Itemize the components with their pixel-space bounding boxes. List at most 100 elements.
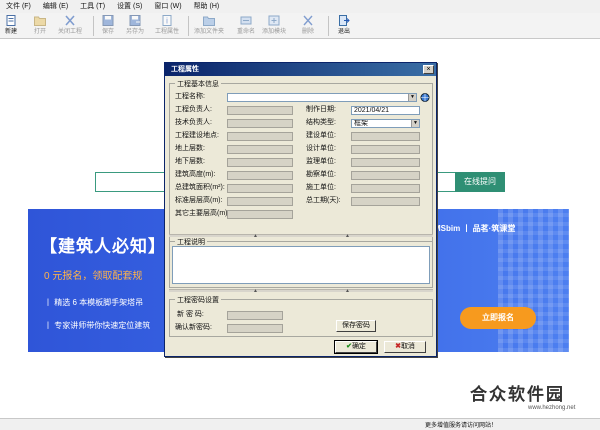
floors-above-label: 地上层数: xyxy=(175,145,205,152)
save-disk-icon xyxy=(102,15,114,26)
toolbar-separator xyxy=(328,16,329,36)
rename-button[interactable]: 重命名 xyxy=(237,15,255,38)
banner-title: 【建筑人必知】 xyxy=(40,237,166,256)
confirm-password-label: 确认新密码: xyxy=(175,324,212,331)
confirm-password-input[interactable] xyxy=(227,324,283,333)
delete-x-icon xyxy=(303,15,313,26)
save-as-icon xyxy=(129,15,141,26)
splitter-bar[interactable]: ▲ ▲ xyxy=(169,288,433,294)
toolbar-separator xyxy=(93,16,94,36)
owner-unit-input[interactable] xyxy=(351,132,420,141)
survey-unit-input[interactable] xyxy=(351,171,420,180)
toolbar-separator xyxy=(188,16,189,36)
close-x-icon xyxy=(65,15,75,26)
structure-type-value: 框架 xyxy=(354,120,368,127)
add-module-label: 添加模块 xyxy=(262,29,287,35)
new-file-icon xyxy=(6,15,16,26)
status-text: 更多增值服务请访问网站！ xyxy=(425,423,498,429)
exit-door-icon xyxy=(339,15,350,26)
exit-button[interactable]: 退出 xyxy=(338,15,350,38)
standard-floor-height-label: 标准层层高(m): xyxy=(175,197,223,204)
new-button[interactable]: 新建 xyxy=(5,15,17,38)
total-area-label: 总建筑面积(m²): xyxy=(175,184,225,191)
other-floor-height-label: 其它主要层高(m): xyxy=(175,210,230,217)
dialog-close-button[interactable]: × xyxy=(423,65,434,74)
project-properties-dialog: 工程属性 × 工程基本信息 工程名称: ▼ 工程负责人: 技术负责人: 工程建设… xyxy=(164,62,437,357)
construction-unit-label: 施工单位: xyxy=(306,184,336,191)
tech-manager-label: 技术负责人: xyxy=(175,119,212,126)
site-location-input[interactable] xyxy=(227,132,293,141)
chevron-down-icon[interactable]: ▼ xyxy=(411,120,419,127)
ok-button[interactable]: ✔确定 xyxy=(334,340,378,354)
add-module-icon xyxy=(268,15,280,26)
survey-unit-label: 勘察单位: xyxy=(306,171,336,178)
menu-settings[interactable]: 设置 (S) xyxy=(111,0,148,13)
tech-manager-input[interactable] xyxy=(227,119,293,128)
building-height-label: 建筑高度(m): xyxy=(175,171,216,178)
delete-button[interactable]: 删除 xyxy=(302,15,314,38)
project-manager-label: 工程负责人: xyxy=(175,106,212,113)
total-duration-input[interactable] xyxy=(351,197,420,206)
building-height-input[interactable] xyxy=(227,171,293,180)
project-name-input[interactable]: ▼ xyxy=(227,93,417,102)
svg-text:i: i xyxy=(166,17,168,26)
menu-edit[interactable]: 编辑 (E) xyxy=(37,0,74,13)
chevron-down-icon[interactable]: ▼ xyxy=(408,94,416,101)
banner-subtitle: 0 元报名，领取配套规 xyxy=(44,271,143,282)
add-folder-button[interactable]: 添加文件夹 xyxy=(194,15,224,38)
ok-label: 确定 xyxy=(351,343,366,350)
other-floor-height-input[interactable] xyxy=(227,210,293,219)
watermark-title: 合众软件园 xyxy=(470,385,565,404)
save-button[interactable]: 保存 xyxy=(102,15,114,38)
design-unit-input[interactable] xyxy=(351,145,420,154)
structure-type-select[interactable]: 框架 ▼ xyxy=(351,119,420,128)
project-manager-input[interactable] xyxy=(227,106,293,115)
save-label: 保存 xyxy=(102,29,115,35)
creation-date-input[interactable]: 2021/04/21 xyxy=(351,106,420,115)
total-duration-label: 总工期(天): xyxy=(306,197,341,204)
status-bar: 更多增值服务请访问网站！ xyxy=(0,418,600,430)
total-area-input[interactable] xyxy=(227,184,293,193)
banner-brand-logo: MSbim 丨 品茗·筑课堂 xyxy=(434,224,516,233)
description-textarea[interactable] xyxy=(172,246,430,284)
save-password-button[interactable]: 保存密码 xyxy=(336,320,376,332)
floors-below-label: 地下层数: xyxy=(175,158,205,165)
structure-type-label: 结构类型: xyxy=(306,119,336,126)
save-as-button[interactable]: 另存为 xyxy=(126,15,144,38)
open-button[interactable]: 打开 xyxy=(34,15,46,38)
add-module-button[interactable]: 添加模块 xyxy=(262,15,286,38)
cancel-label: 取消 xyxy=(400,343,415,350)
register-now-button[interactable]: 立即报名 xyxy=(460,307,536,329)
owner-unit-label: 建设单位: xyxy=(306,132,336,139)
site-location-label: 工程建设地点: xyxy=(175,132,219,139)
menu-window[interactable]: 窗口 (W) xyxy=(148,0,187,13)
banner-line-2: 丨 专家讲师带你快速定位建筑 xyxy=(44,321,151,330)
floors-below-input[interactable] xyxy=(227,158,293,167)
new-password-input[interactable] xyxy=(227,311,283,320)
supervision-unit-input[interactable] xyxy=(351,158,420,167)
new-label: 新建 xyxy=(5,29,18,35)
basic-info-group-label: 工程基本信息 xyxy=(175,79,221,89)
rename-icon xyxy=(240,16,252,25)
ask-online-button[interactable]: 在线提问 xyxy=(455,172,505,192)
supervision-unit-label: 监理单位: xyxy=(306,158,336,165)
folder-open-icon xyxy=(34,16,46,26)
menu-tools[interactable]: 工具 (T) xyxy=(74,0,111,13)
banner-line-1: 丨 精选 6 本模板脚手架塔吊 xyxy=(44,298,144,307)
menu-file[interactable]: 文件 (F) xyxy=(0,0,37,13)
globe-icon[interactable] xyxy=(420,92,430,103)
floors-above-input[interactable] xyxy=(227,145,293,154)
dialog-title: 工程属性 xyxy=(165,63,436,76)
exit-label: 退出 xyxy=(338,29,351,35)
menu-bar: 文件 (F) 编辑 (E) 工具 (T) 设置 (S) 窗口 (W) 帮助 (H… xyxy=(0,0,600,13)
project-name-label: 工程名称: xyxy=(175,93,205,100)
creation-date-label: 制作日期: xyxy=(306,106,336,113)
project-properties-button[interactable]: i 工程属性 xyxy=(155,15,179,38)
construction-unit-input[interactable] xyxy=(351,184,420,193)
menu-help[interactable]: 帮助 (H) xyxy=(188,0,226,13)
close-project-button[interactable]: 关闭工程 xyxy=(58,15,82,38)
standard-floor-height-input[interactable] xyxy=(227,197,293,206)
password-group-label: 工程密码设置 xyxy=(175,295,221,305)
splitter-bar[interactable]: ▲ ▲ xyxy=(169,233,433,239)
cancel-button[interactable]: ✖取消 xyxy=(384,341,426,353)
